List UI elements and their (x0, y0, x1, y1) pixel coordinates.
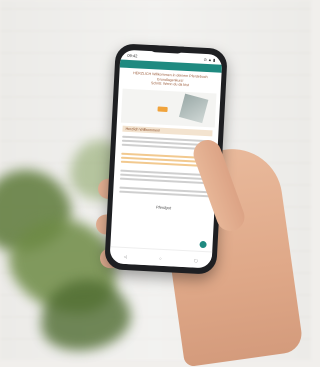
footer: ◁ ○ ▢ (109, 246, 213, 269)
back-icon[interactable]: ◁ (124, 254, 127, 259)
play-button[interactable] (157, 106, 168, 112)
status-icons: ⊙ ▲ ▮ (203, 56, 216, 62)
status-time: 09:42 (127, 52, 138, 58)
paragraph (119, 184, 210, 205)
chat-button[interactable] (199, 240, 207, 249)
hero-image (179, 93, 209, 123)
system-nav: ◁ ○ ▢ (124, 254, 198, 263)
home-icon[interactable]: ○ (159, 256, 162, 261)
recent-apps-icon[interactable]: ▢ (194, 258, 198, 263)
hero-banner (120, 88, 217, 128)
page-header: HERZLICH Willkommen in deinem Pferdebuch… (119, 67, 222, 91)
